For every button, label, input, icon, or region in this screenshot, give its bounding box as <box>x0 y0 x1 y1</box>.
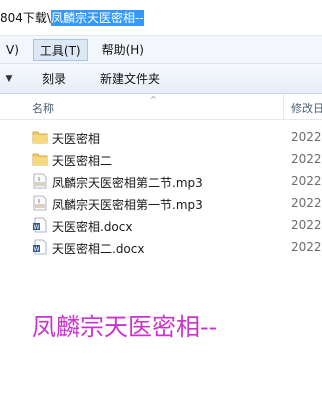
folder-icon <box>32 153 48 166</box>
address-path[interactable]: 804下载\凤麟宗天医密相-- <box>0 9 144 26</box>
sort-ascending-icon: ^ <box>150 95 157 104</box>
file-row[interactable]: 天医密相 2022 <box>0 127 322 147</box>
menu-view[interactable]: V) <box>0 39 25 61</box>
toolbar-dropdown-arrow-icon[interactable]: ▼ <box>0 74 18 84</box>
address-path-prefix[interactable]: 804下载\ <box>0 11 51 25</box>
toolbar: ▼ 刻录 新建文件夹 <box>0 64 322 94</box>
burn-button[interactable]: 刻录 <box>32 70 76 87</box>
word-document-icon: W <box>33 217 47 233</box>
address-bar[interactable]: 804下载\凤麟宗天医密相-- <box>0 0 322 36</box>
column-date-header[interactable]: 修改日 <box>291 100 322 116</box>
file-date: 2022 <box>291 218 322 232</box>
menu-help[interactable]: 帮助(H) <box>96 39 150 61</box>
word-document-icon: W <box>33 239 47 255</box>
file-row[interactable]: 凤麟宗天医密相第二节.mp3 2022 <box>0 171 322 191</box>
file-name: 天医密相二 <box>52 154 113 168</box>
file-date: 2022 <box>291 174 322 188</box>
file-row[interactable]: 天医密相二 2022 <box>0 149 322 169</box>
menu-tools[interactable]: 工具(T) <box>32 38 88 61</box>
file-row[interactable]: W 天医密相二.docx 2022 <box>0 237 322 257</box>
new-folder-button[interactable]: 新建文件夹 <box>90 70 170 87</box>
file-row[interactable]: 凤麟宗天医密相第一节.mp3 2022 <box>0 193 322 213</box>
file-row[interactable]: W 天医密相.docx 2022 <box>0 215 322 235</box>
file-name: 凤麟宗天医密相第二节.mp3 <box>52 176 203 190</box>
column-name-header[interactable]: 名称 <box>32 100 54 116</box>
column-divider[interactable] <box>283 94 284 120</box>
file-date: 2022 <box>291 240 322 254</box>
address-path-selected[interactable]: 凤麟宗天医密相-- <box>50 10 144 26</box>
column-header: 名称 ^ 修改日 <box>0 94 322 120</box>
file-name: 天医密相二.docx <box>52 242 145 256</box>
folder-icon <box>32 131 48 144</box>
file-date: 2022 <box>291 130 322 144</box>
audio-file-icon <box>33 195 47 211</box>
file-name: 天医密相 <box>52 132 101 146</box>
file-name: 天医密相.docx <box>52 220 133 234</box>
svg-text:W: W <box>34 246 40 253</box>
file-name: 凤麟宗天医密相第一节.mp3 <box>52 198 203 212</box>
menu-bar: V) 工具(T) 帮助(H) <box>0 36 322 64</box>
file-date: 2022 <box>291 152 322 166</box>
svg-text:W: W <box>34 224 40 231</box>
audio-file-icon <box>33 173 47 189</box>
overlay-caption: 凤麟宗天医密相-- <box>32 313 218 341</box>
file-date: 2022 <box>291 196 322 210</box>
